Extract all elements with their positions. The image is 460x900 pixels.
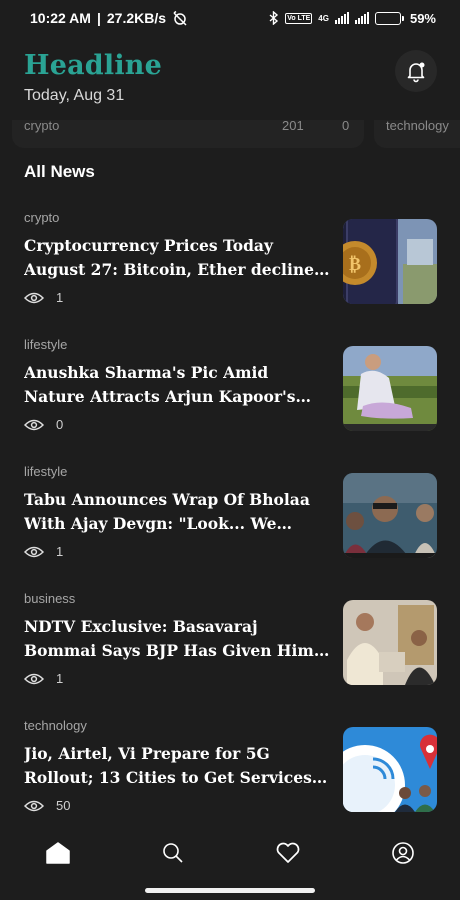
news-category: lifestyle	[24, 337, 68, 352]
trending-card[interactable]: crypto 201 0	[12, 120, 364, 148]
news-thumbnail[interactable]	[343, 600, 437, 685]
news-title[interactable]: NDTV Exclusive: Basavaraj Bommai Says BJ…	[24, 615, 330, 663]
eye-icon	[24, 800, 44, 811]
news-item[interactable]: lifestyle Anushka Sharma's Pic Amid Natu…	[0, 332, 460, 459]
trending-carousel[interactable]: crypto 201 0 technology	[0, 120, 460, 150]
status-separator: |	[96, 10, 101, 26]
search-icon	[162, 843, 183, 863]
status-speed: 27.2KB/s	[106, 10, 167, 26]
status-right: Vo LTE 4G 59%	[269, 11, 436, 26]
status-bar: 10:22 AM | 27.2KB/s Vo LTE 4G 59%	[0, 0, 460, 36]
news-title[interactable]: Jio, Airtel, Vi Prepare for 5G Rollout; …	[24, 742, 330, 790]
app-title: Headline	[24, 50, 162, 81]
battery-icon	[374, 11, 404, 25]
news-thumbnail[interactable]	[343, 727, 437, 812]
news-title[interactable]: Anushka Sharma's Pic Amid Nature Attract…	[24, 361, 330, 409]
news-list: crypto Cryptocurrency Prices Today Augus…	[0, 205, 460, 840]
news-item[interactable]: crypto Cryptocurrency Prices Today Augus…	[0, 205, 460, 332]
eye-icon	[24, 546, 44, 557]
trending-card[interactable]: technology	[374, 120, 460, 148]
news-category: business	[24, 591, 76, 606]
news-thumbnail[interactable]	[343, 473, 437, 558]
news-category: technology	[24, 718, 87, 733]
view-count: 50	[56, 798, 71, 813]
nav-home-button[interactable]	[0, 828, 115, 878]
news-meta: 50	[24, 798, 70, 813]
battery-percent: 59%	[409, 10, 436, 26]
app-header: Headline Today, Aug 31	[0, 50, 460, 120]
signal-icon-2	[354, 12, 369, 24]
news-item[interactable]: business NDTV Exclusive: Basavaraj Bomma…	[0, 586, 460, 713]
news-title[interactable]: Tabu Announces Wrap Of Bholaa With Ajay …	[24, 488, 330, 536]
news-meta: 0	[24, 417, 63, 432]
news-meta: 1	[24, 544, 63, 559]
notifications-button[interactable]	[395, 50, 437, 92]
news-category: crypto	[24, 210, 60, 225]
trending-card-comments: 0	[342, 120, 350, 133]
view-count: 1	[56, 544, 64, 559]
news-item[interactable]: lifestyle Tabu Announces Wrap Of Bholaa …	[0, 459, 460, 586]
news-meta: 1	[24, 290, 63, 305]
network-type: 4G	[318, 13, 329, 23]
svg-text:₿: ₿	[349, 254, 361, 275]
trending-card-category: technology	[386, 120, 449, 133]
bottom-nav	[0, 828, 460, 878]
trending-card-category: crypto	[24, 120, 60, 133]
news-title[interactable]: Cryptocurrency Prices Today August 27: B…	[24, 234, 330, 282]
view-count: 1	[56, 671, 64, 686]
news-category: lifestyle	[24, 464, 68, 479]
heart-icon	[276, 842, 299, 863]
nav-favorites-button[interactable]	[230, 828, 345, 878]
status-left: 10:22 AM | 27.2KB/s	[30, 10, 188, 26]
eye-icon	[24, 673, 44, 684]
news-thumbnail[interactable]: ₿	[343, 219, 437, 304]
volte-badge: Vo LTE	[285, 12, 313, 24]
home-icon	[45, 842, 70, 864]
section-title: All News	[24, 162, 95, 181]
nav-profile-button[interactable]	[345, 828, 460, 878]
nav-search-button[interactable]	[115, 828, 230, 878]
profile-icon	[391, 842, 414, 864]
news-item[interactable]: technology Jio, Airtel, Vi Prepare for 5…	[0, 713, 460, 840]
bluetooth-icon	[269, 11, 279, 25]
home-indicator[interactable]	[145, 888, 315, 893]
current-date: Today, Aug 31	[24, 87, 125, 104]
alarm-off-icon	[173, 10, 187, 26]
news-thumbnail[interactable]	[343, 346, 437, 431]
trending-card-views: 201	[282, 120, 304, 133]
status-time: 10:22 AM	[30, 10, 91, 26]
bell-icon	[407, 62, 425, 83]
eye-icon	[24, 292, 44, 303]
signal-icon-1	[334, 12, 349, 24]
news-meta: 1	[24, 671, 63, 686]
view-count: 0	[56, 417, 64, 432]
eye-icon	[24, 419, 44, 430]
view-count: 1	[56, 290, 64, 305]
